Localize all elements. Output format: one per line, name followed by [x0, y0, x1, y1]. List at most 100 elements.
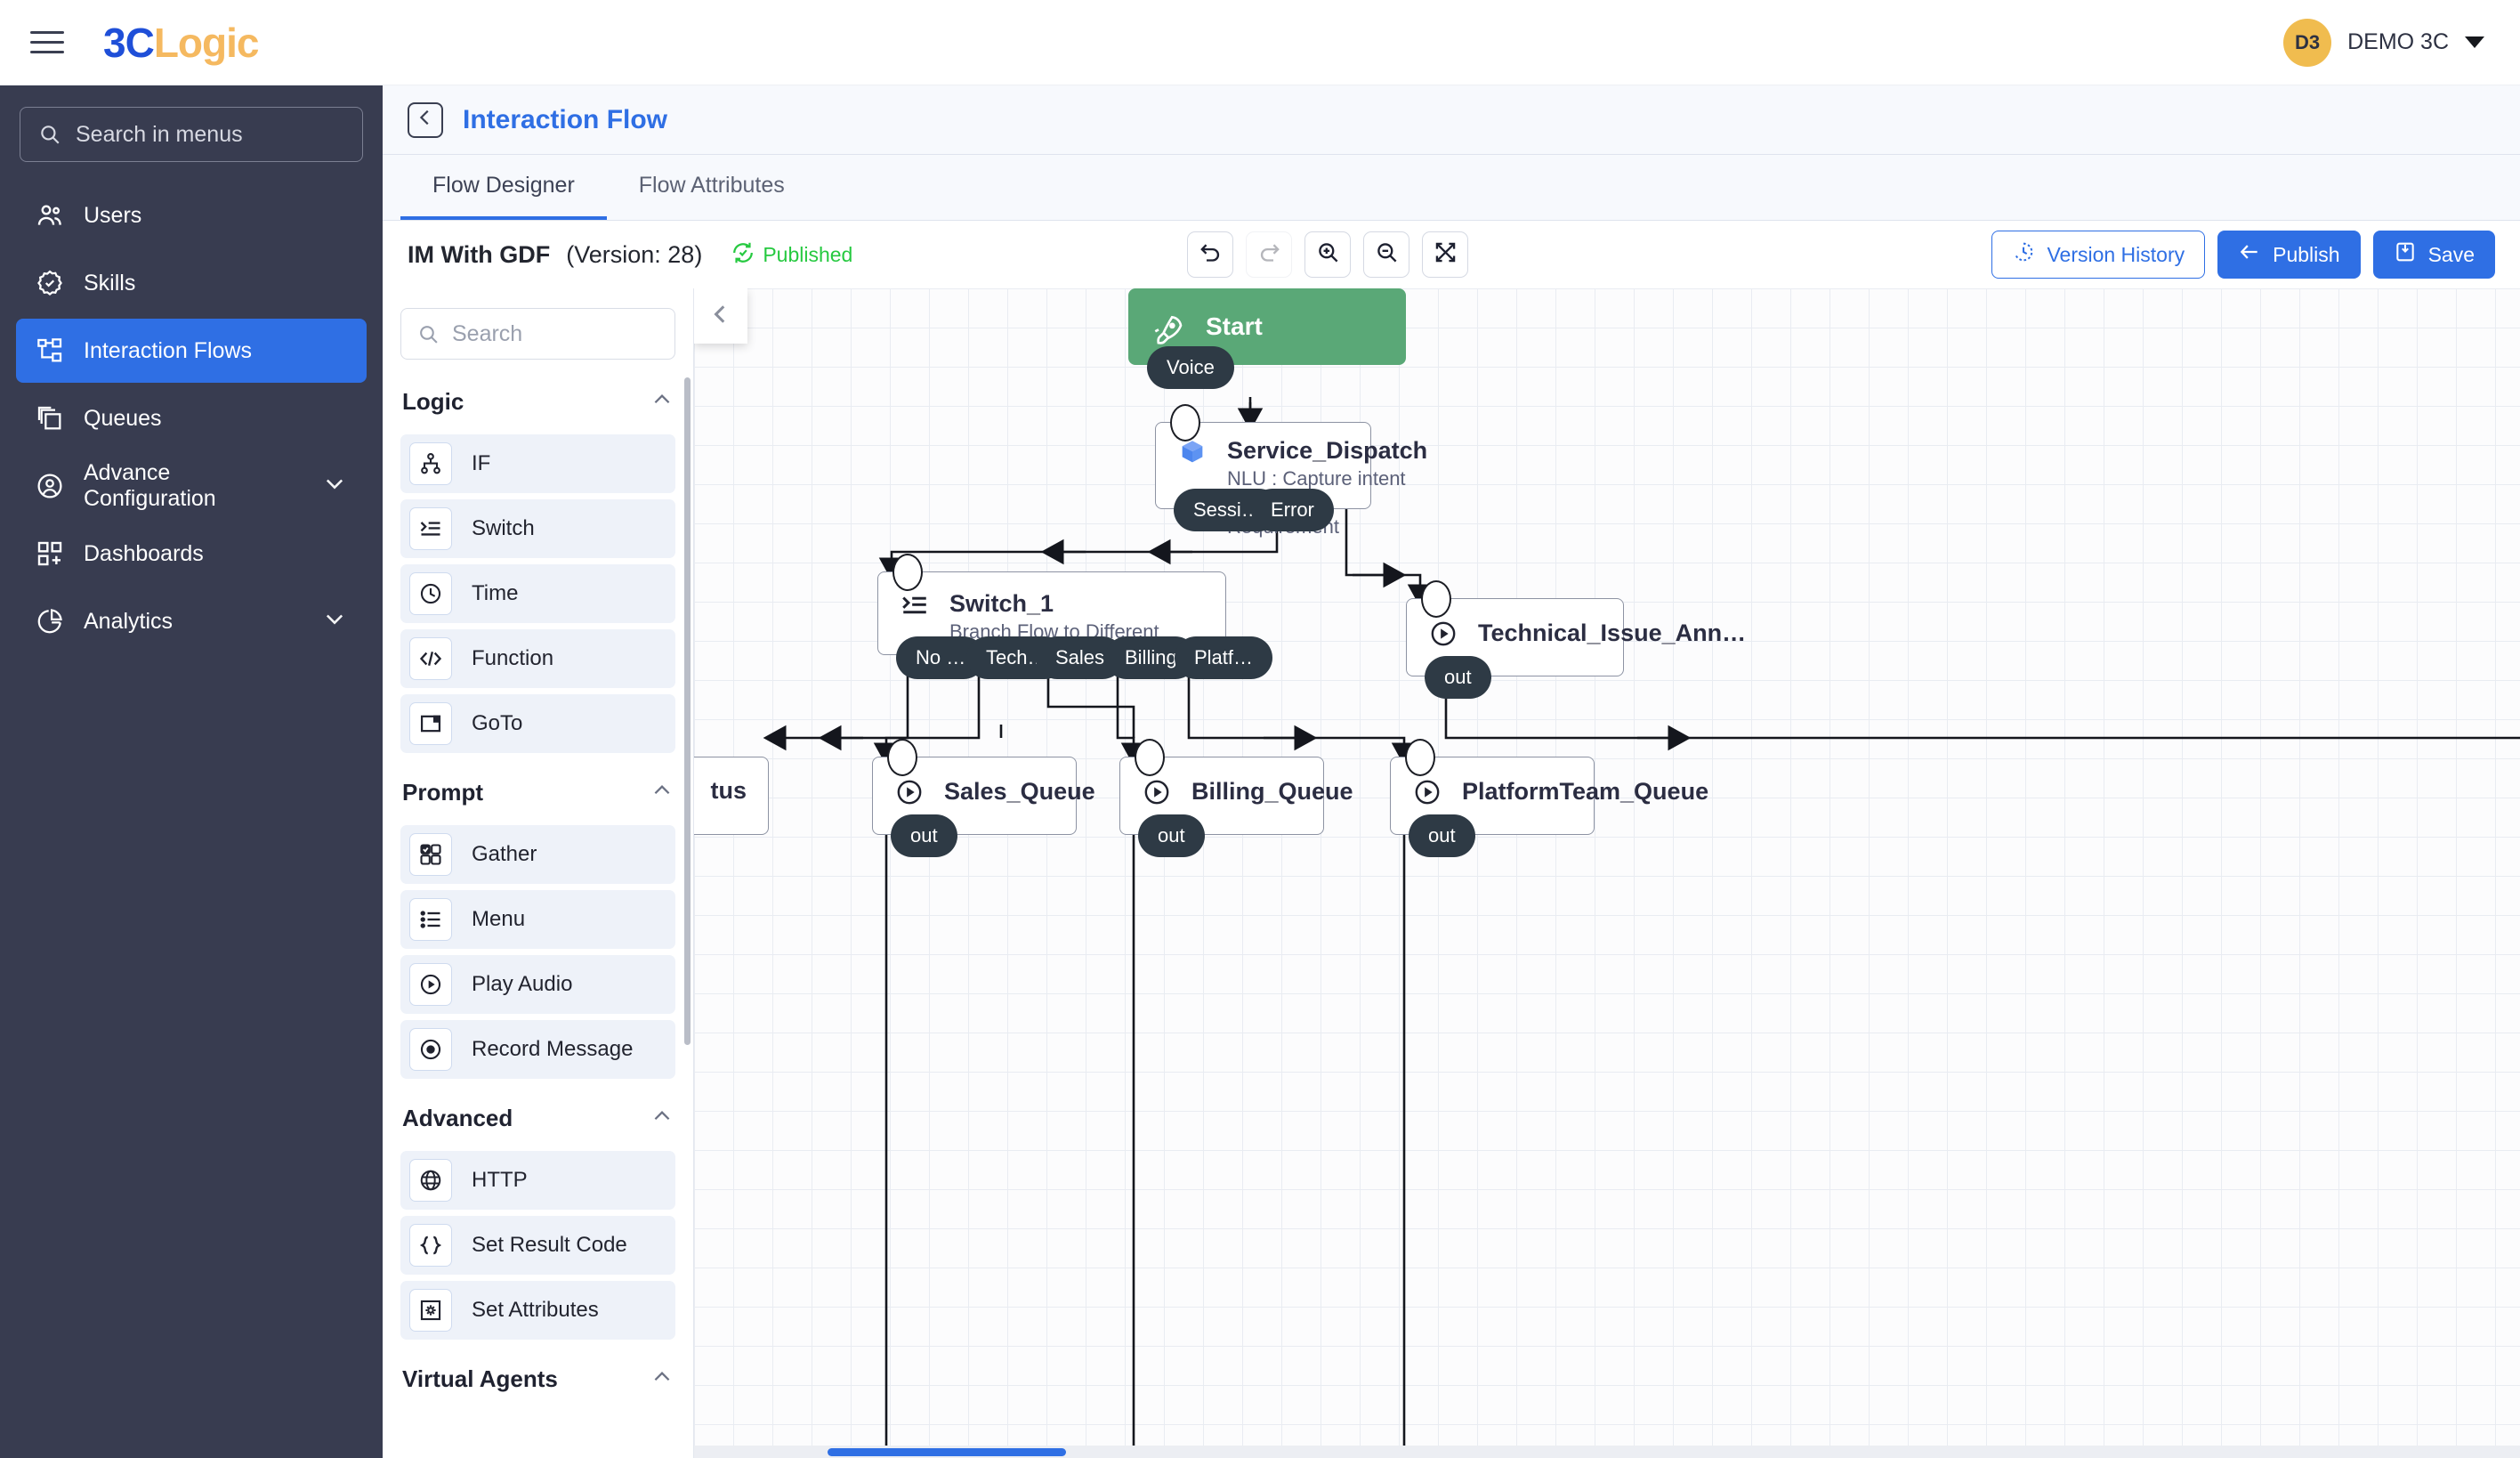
node-port-out[interactable]: out — [1425, 656, 1491, 699]
sidebar-item-dashboards[interactable]: Dashboards — [16, 522, 367, 586]
expand-arrows-icon — [1434, 240, 1458, 269]
clock-history-icon — [2012, 240, 2035, 269]
page-header: Interaction Flow — [383, 85, 2520, 155]
palette-group-prompt[interactable]: Prompt — [383, 759, 693, 819]
collapse-palette-button[interactable] — [694, 288, 747, 344]
zoom-in-icon — [1316, 240, 1340, 269]
sidebar-item-label: Interaction Flows — [84, 337, 252, 363]
canvas-horizontal-scrollbar[interactable] — [694, 1446, 2520, 1458]
publish-label: Publish — [2273, 242, 2340, 266]
dialogflow-cube-icon — [1177, 437, 1208, 467]
palette-item-function[interactable]: Function — [400, 629, 675, 688]
app-logo[interactable]: 3C Logic — [103, 19, 259, 67]
flow-node-service-dispatch[interactable]: Service_Dispatch NLU : Capture intent fo… — [1155, 404, 1427, 538]
save-button[interactable]: Save — [2372, 231, 2495, 279]
undo-button[interactable] — [1187, 231, 1234, 278]
palette-item-set-attributes[interactable]: Set Attributes — [400, 1281, 675, 1340]
node-title: Billing_Queue — [1191, 778, 1353, 806]
zoom-in-button[interactable] — [1304, 231, 1352, 278]
sidebar-item-label: Advance Configuration — [84, 460, 216, 511]
chevron-down-icon[interactable] — [322, 606, 347, 637]
caret-down-icon[interactable] — [2465, 36, 2484, 48]
palette-item-gather[interactable]: Gather — [400, 825, 675, 884]
node-in-port[interactable] — [1405, 739, 1435, 776]
arrow-left-icon — [2238, 240, 2261, 269]
node-in-port[interactable] — [887, 739, 917, 776]
redo-button[interactable] — [1246, 231, 1293, 278]
sidebar-item-label: Skills — [84, 270, 136, 296]
port-label: Voice — [1167, 356, 1215, 378]
node-in-port[interactable] — [1135, 739, 1165, 776]
palette-search-input[interactable]: Search — [400, 308, 675, 360]
palette-item-record-message[interactable]: Record Message — [400, 1020, 675, 1079]
chevron-up-icon[interactable] — [650, 1105, 674, 1132]
fit-screen-button[interactable] — [1422, 231, 1469, 278]
node-in-port[interactable] — [892, 554, 923, 591]
publish-button[interactable]: Publish — [2217, 231, 2361, 279]
flow-node-sales-queue[interactable]: Sales_Queue out — [872, 739, 1095, 857]
page-title: Interaction Flow — [463, 104, 668, 134]
palette-group-advanced[interactable]: Advanced — [383, 1085, 693, 1145]
node-in-port[interactable] — [1170, 404, 1200, 441]
node-port-out[interactable]: out — [891, 814, 957, 857]
palette-item-set-result-code[interactable]: Set Result Code — [400, 1216, 675, 1275]
palette-group-virtual-agents[interactable]: Virtual Agents — [383, 1346, 693, 1405]
flow-node-cut-offscreen[interactable]: tus — [694, 757, 769, 835]
palette-item-label: Play Audio — [472, 972, 573, 996]
palette-item-play-audio[interactable]: Play Audio — [400, 955, 675, 1014]
flow-canvas[interactable]: Start Voice Service_Dispatch NLU: Captu… — [694, 288, 2520, 1458]
sidebar-item-queues[interactable]: Queues — [16, 386, 367, 450]
palette-item-menu[interactable]: Menu — [400, 890, 675, 949]
user-menu[interactable]: D3 DEMO 3C — [2283, 18, 2484, 67]
palette-item-label: HTTP — [472, 1168, 528, 1192]
play-circle-icon — [1142, 777, 1172, 807]
sidebar-item-advance-configuration[interactable]: Advance Configuration — [16, 454, 367, 518]
sidebar-item-skills[interactable]: Skills — [16, 251, 367, 315]
palette-item-switch[interactable]: Switch — [400, 499, 675, 558]
tab-flow-designer[interactable]: Flow Designer — [400, 155, 607, 220]
flow-node-technical-issue-ann[interactable]: Technical_Issue_Ann… out — [1406, 580, 1746, 699]
node-port-platform[interactable]: Platf… — [1175, 636, 1273, 679]
bullet-list-icon — [409, 898, 452, 941]
dashboard-grid-icon — [36, 539, 64, 568]
hamburger-icon[interactable] — [30, 22, 71, 63]
tab-flow-attributes[interactable]: Flow Attributes — [607, 155, 817, 220]
sidebar-item-label: Dashboards — [84, 540, 204, 566]
back-button[interactable] — [408, 101, 443, 138]
flow-node-switch-1[interactable]: Switch_1 Branch Flow to Different depart… — [877, 554, 1273, 679]
flow-node-platformteam-queue[interactable]: PlatformTeam_Queue out — [1390, 739, 1708, 857]
search-icon — [417, 323, 440, 345]
chevron-up-icon[interactable] — [650, 779, 674, 806]
chevron-up-icon[interactable] — [650, 1365, 674, 1393]
sidebar-item-label: Analytics — [84, 608, 174, 634]
palette-item-if[interactable]: IF — [400, 434, 675, 493]
flow-edges — [763, 397, 2520, 1458]
scrollbar-thumb[interactable] — [828, 1448, 1066, 1456]
sync-check-icon — [731, 240, 755, 270]
chevron-up-icon[interactable] — [650, 388, 674, 416]
node-port-out[interactable]: out — [1409, 814, 1475, 857]
palette-group-logic[interactable]: Logic — [383, 369, 693, 428]
palette-group-title: Prompt — [402, 779, 483, 806]
search-input[interactable]: Search in menus — [20, 107, 363, 162]
palette-item-http[interactable]: HTTP — [400, 1151, 675, 1210]
node-in-port[interactable] — [1421, 580, 1451, 618]
sidebar-item-interaction-flows[interactable]: Interaction Flows — [16, 319, 367, 383]
palette-item-time[interactable]: Time — [400, 564, 675, 623]
sidebar-item-analytics[interactable]: Analytics — [16, 589, 367, 653]
curly-braces-icon — [409, 1224, 452, 1267]
version-history-button[interactable]: Version History — [1991, 231, 2206, 279]
palette-scrollbar[interactable] — [684, 377, 691, 1045]
port-label: Platf… — [1194, 646, 1254, 668]
chevron-down-icon[interactable] — [322, 471, 347, 502]
node-port-error[interactable]: Error — [1251, 489, 1334, 531]
node-port-out[interactable]: out — [1138, 814, 1205, 857]
zoom-out-button[interactable] — [1363, 231, 1410, 278]
sidebar-item-users[interactable]: Users — [16, 183, 367, 247]
flow-node-start[interactable]: Start Voice — [1128, 288, 1406, 389]
port-label: Error — [1271, 498, 1314, 521]
palette-item-goto[interactable]: GoTo — [400, 694, 675, 753]
top-bar: 3C Logic D3 DEMO 3C — [0, 0, 2520, 85]
node-port-voice[interactable]: Voice — [1147, 346, 1234, 389]
flow-node-billing-queue[interactable]: Billing_Queue out — [1119, 739, 1353, 857]
